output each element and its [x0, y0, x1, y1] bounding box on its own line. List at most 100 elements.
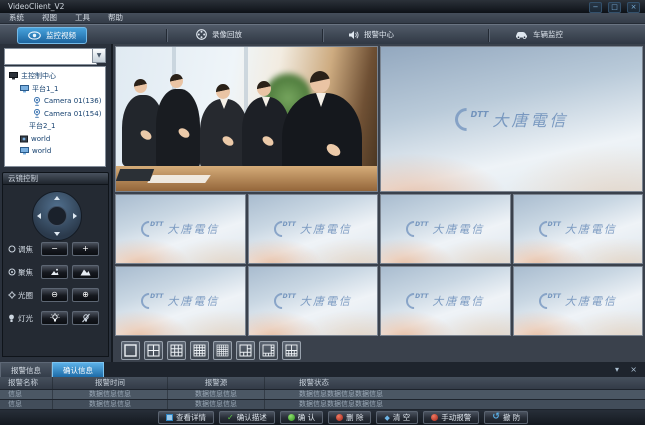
clear-icon: ◆ — [384, 414, 389, 422]
device-search-input[interactable] — [4, 48, 97, 65]
alarm-table-row[interactable]: 信息 数据信息信息 数据信息信息 数据信息数据信息数据信息 — [0, 390, 645, 399]
ptz-row-iris: 光圈 ⊖ ⊕ — [3, 287, 110, 303]
car-icon — [515, 30, 528, 39]
tab-label: 监控视频 — [46, 30, 76, 41]
delete-button[interactable]: 删 除 — [328, 411, 371, 424]
delete-dot-icon — [336, 414, 343, 421]
target-icon — [7, 268, 16, 276]
tab-alarm-center[interactable]: 报警中心 — [338, 27, 404, 42]
combo-dropdown-button[interactable]: ▼ — [92, 48, 106, 63]
disarm-icon: ↺ — [492, 413, 500, 422]
tab-confirm-info[interactable]: 确认信息 — [52, 362, 104, 377]
video-cell-idle[interactable]: DTT大唐電信 — [380, 194, 511, 264]
layout-split-16-button[interactable] — [190, 341, 209, 360]
view-details-button[interactable]: 查看详情 — [158, 411, 214, 424]
watermark: DTT大唐電信 — [514, 195, 643, 263]
ptz-left-button[interactable] — [37, 213, 41, 219]
device-tree: 主控制中心 平台1_1 Camera 01(136) Camera 01(154… — [4, 66, 106, 167]
laptop — [116, 169, 154, 181]
watermark: DTT大唐電信 — [514, 267, 643, 335]
face — [134, 79, 147, 93]
confirm-description-button[interactable]: ✓ 确认描述 — [219, 411, 275, 424]
ptz-row-light: 灯光 — [3, 310, 110, 326]
tree-item-platform1[interactable]: 平台1_1 — [5, 83, 105, 96]
disarm-button[interactable]: ↺ 撤 防 — [484, 411, 528, 424]
tree-item-world-1[interactable]: world — [5, 133, 105, 146]
tree-item-platform2[interactable]: 平台2_1 — [5, 120, 105, 133]
ptz-up-button[interactable] — [54, 196, 60, 200]
ring-icon — [7, 245, 16, 253]
watermark: DTT大唐電信 — [249, 267, 378, 335]
ptz-panel-header[interactable]: 云镜控制 — [2, 172, 109, 185]
layout-split-9-button[interactable] — [167, 341, 186, 360]
face — [310, 71, 330, 93]
tab-vehicle-monitor[interactable]: 车辆监控 — [505, 27, 573, 42]
maximize-button[interactable]: □ — [608, 2, 621, 13]
device-sidebar: ▼ 主控制中心 平台1_1 Camera 01(136) Camera 01(1… — [0, 44, 113, 362]
confirm-button[interactable]: 确 认 — [280, 411, 323, 424]
tab-alarm-info[interactable]: 报警信息 — [0, 362, 52, 377]
video-cell-idle[interactable]: DTT大唐電信 — [513, 194, 644, 264]
layout-split-25-button[interactable] — [213, 341, 232, 360]
layout-split-6-button[interactable] — [236, 341, 255, 360]
light-on-icon — [50, 313, 60, 323]
tab-label: 录像回放 — [212, 29, 242, 40]
film-reel-icon — [196, 29, 207, 40]
menu-help[interactable]: 帮助 — [99, 13, 132, 23]
light-off-button[interactable] — [72, 311, 99, 325]
tree-item-camera-154[interactable]: Camera 01(154) — [5, 108, 105, 121]
monitor-dark-icon — [9, 72, 18, 80]
video-cell-idle[interactable]: DTT大唐電信 — [248, 266, 379, 336]
iris-open-button[interactable]: ⊕ — [72, 288, 99, 302]
video-cell-idle[interactable]: DTT大唐電信 — [115, 266, 246, 336]
close-panel-button[interactable]: × — [630, 365, 637, 375]
iris-close-button[interactable]: ⊖ — [41, 288, 68, 302]
alarm-panel: 报警信息 确认信息 ▾ × 报警名称 报警时间 报警源 报警状态 信息 数据信息… — [0, 362, 645, 425]
video-cell-idle[interactable]: DTT大唐電信 — [380, 266, 511, 336]
layout-split-10-button[interactable] — [282, 341, 301, 360]
toolbar-separator — [488, 29, 490, 42]
alarm-tabs: 报警信息 确认信息 — [0, 362, 104, 377]
tab-playback[interactable]: 录像回放 — [186, 27, 252, 42]
menu-tools[interactable]: 工具 — [66, 13, 99, 23]
layout-split-1-button[interactable] — [121, 341, 140, 360]
confirm-dot-icon — [288, 414, 295, 421]
col-alarm-source: 报警源 — [168, 377, 265, 389]
collapse-panel-button[interactable]: ▾ — [615, 365, 619, 375]
alarm-action-bar: 查看详情 ✓ 确认描述 确 认 删 除 ◆ 清 空 手动报警 — [0, 410, 645, 425]
bulb-icon — [7, 314, 16, 323]
watermark: DTT大唐電信 — [249, 195, 378, 263]
video-cell-idle[interactable]: DTT大唐電信 — [115, 194, 246, 264]
menu-view[interactable]: 视图 — [33, 13, 66, 23]
video-cell-idle[interactable]: DTT 大唐電信 — [380, 46, 643, 192]
alarm-table-row[interactable]: 信息 数据信息信息 数据信息信息 数据信息数据信息数据信息 — [0, 400, 645, 409]
tree-item-world-2[interactable]: world — [5, 145, 105, 158]
papers — [147, 175, 211, 183]
detail-icon — [166, 414, 173, 421]
video-client-window: VideoClient_V2 − □ × 系统 视图 工具 帮助 监控视频 录像… — [0, 0, 645, 425]
ptz-right-button[interactable] — [73, 213, 77, 219]
watermark: DTT 大唐電信 — [381, 47, 642, 191]
col-alarm-time: 报警时间 — [53, 377, 168, 389]
layout-split-4-button[interactable] — [144, 341, 163, 360]
menu-system[interactable]: 系统 — [0, 13, 33, 23]
ptz-down-button[interactable] — [54, 232, 60, 236]
zoom-out-button[interactable]: − — [41, 242, 68, 256]
manual-alarm-button[interactable]: 手动报警 — [423, 411, 479, 424]
focus-far-button[interactable] — [72, 265, 99, 279]
focus-near-button[interactable] — [41, 265, 68, 279]
close-button[interactable]: × — [627, 2, 640, 13]
ptz-dpad[interactable] — [32, 191, 82, 241]
layout-split-8-button[interactable] — [259, 341, 278, 360]
minimize-button[interactable]: − — [589, 2, 602, 13]
tree-item-camera-136[interactable]: Camera 01(136) — [5, 95, 105, 108]
video-cell-idle[interactable]: DTT大唐電信 — [248, 194, 379, 264]
light-on-button[interactable] — [41, 311, 68, 325]
window-controls: − □ × — [589, 2, 640, 13]
clear-button[interactable]: ◆ 清 空 — [376, 411, 418, 424]
tab-monitor-video[interactable]: 监控视频 — [17, 27, 87, 44]
tree-item-control-center[interactable]: 主控制中心 — [5, 70, 105, 83]
zoom-in-button[interactable]: + — [72, 242, 99, 256]
video-cell-live[interactable] — [115, 46, 378, 192]
video-cell-idle[interactable]: DTT大唐電信 — [513, 266, 644, 336]
